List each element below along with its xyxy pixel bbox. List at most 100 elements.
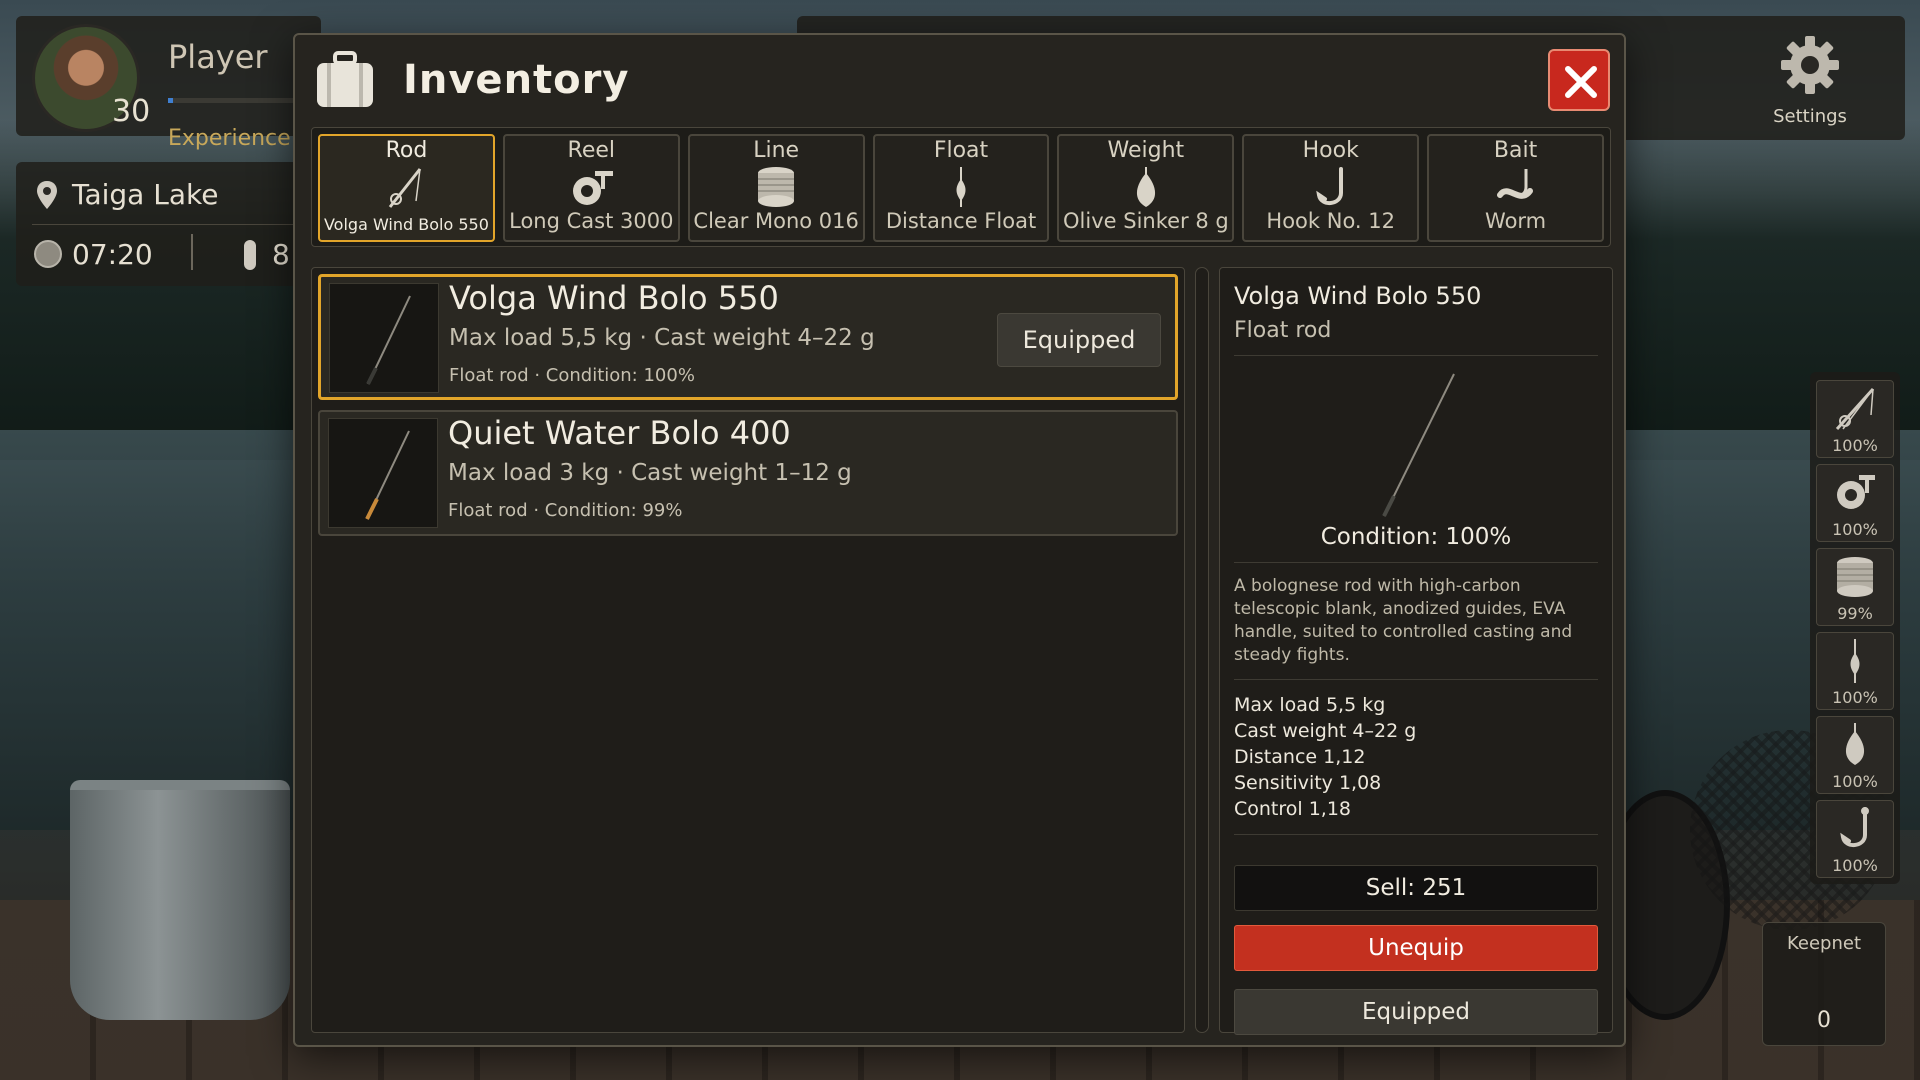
- close-icon: [1565, 66, 1597, 98]
- rod-icon: [366, 295, 411, 385]
- gear-quickbar: 100% 100% 99% 100% 100% 100%: [1810, 372, 1900, 884]
- tab-category-label: Reel: [567, 138, 616, 163]
- float-icon: [956, 167, 966, 207]
- divider: [1234, 355, 1598, 356]
- detail-item-image: [1234, 368, 1598, 518]
- clock-icon: [34, 240, 62, 268]
- item-thumbnail: [329, 283, 439, 393]
- location-panel: Taiga Lake 07:20 8: [16, 162, 321, 286]
- tab-reel[interactable]: Reel Long Cast 3000: [502, 134, 680, 242]
- player-name: Player: [168, 38, 268, 76]
- settings-label: Settings: [1773, 106, 1847, 127]
- list-item[interactable]: Volga Wind Bolo 550 Max load 5,5 kg · Ca…: [318, 274, 1178, 400]
- item-list: Volga Wind Bolo 550 Max load 5,5 kg · Ca…: [311, 267, 1185, 1033]
- location-pin-icon: [37, 181, 57, 209]
- tab-category-label: Line: [753, 138, 800, 163]
- unequip-button[interactable]: Unequip: [1234, 925, 1598, 971]
- tab-category-label: Hook: [1302, 138, 1359, 163]
- temperature: 8: [272, 238, 290, 271]
- detail-item-name: Volga Wind Bolo 550: [1234, 282, 1482, 310]
- detail-item-type: Float rod: [1234, 318, 1332, 343]
- keepnet-count: 0: [1817, 1008, 1831, 1033]
- item-stats: Max load 3 kg · Cast weight 1–12 g: [448, 460, 852, 486]
- reel-icon: [573, 171, 614, 205]
- settings-button[interactable]: Settings: [1745, 32, 1875, 142]
- sinker-icon: [1136, 167, 1155, 207]
- thermometer-icon: [244, 240, 256, 270]
- inventory-modal: Inventory Rod Volga Wind Bolo 550 Reel L…: [293, 33, 1626, 1047]
- tab-item-label: Long Cast 3000: [509, 209, 674, 233]
- keepnet-panel[interactable]: Keepnet 0: [1762, 922, 1886, 1046]
- spec-line: Cast weight 4–22 g: [1234, 720, 1417, 742]
- close-button[interactable]: [1548, 49, 1610, 111]
- reel-icon: [1837, 475, 1875, 509]
- equipped-badge: Equipped: [997, 313, 1161, 367]
- tab-bait[interactable]: Bait Worm: [1427, 134, 1605, 242]
- list-item[interactable]: Quiet Water Bolo 400 Max load 3 kg · Cas…: [318, 410, 1178, 536]
- rod-icon: [1835, 387, 1875, 431]
- detail-condition: Condition: 100%: [1320, 524, 1512, 550]
- tab-item-label: Olive Sinker 8 g: [1063, 209, 1229, 233]
- divider: [1234, 562, 1598, 563]
- line-spool-icon: [758, 167, 795, 207]
- condition-percent: 100%: [1832, 520, 1878, 539]
- tab-weight[interactable]: Weight Olive Sinker 8 g: [1057, 134, 1235, 242]
- tab-category-label: Rod: [385, 138, 428, 163]
- bag-icon: [317, 51, 373, 107]
- spec-line: Sensitivity 1,08: [1234, 772, 1382, 794]
- equipped-button[interactable]: Equipped: [1234, 989, 1598, 1035]
- item-subtitle: Float rod · Condition: 100%: [449, 365, 695, 386]
- rod-icon: [389, 168, 422, 208]
- player-level: 30: [112, 94, 151, 129]
- tab-item-label: Hook No. 12: [1266, 209, 1396, 233]
- hook-icon: [1315, 167, 1343, 205]
- detail-description: A bolognese rod with high-carbon telesco…: [1234, 576, 1573, 665]
- item-detail-panel: Volga Wind Bolo 550 Float rod Condition:…: [1219, 267, 1613, 1035]
- xp-label: Experience:: [168, 126, 299, 151]
- tab-item-label: Clear Mono 016: [693, 209, 859, 233]
- quickbar-slot-reel[interactable]: 100%: [1816, 464, 1894, 542]
- divider: [32, 224, 305, 225]
- quickbar-slot-line[interactable]: 99%: [1816, 548, 1894, 626]
- tab-float[interactable]: Float Distance Float: [872, 134, 1050, 242]
- xp-bar-fill: [168, 98, 173, 103]
- list-scrollbar[interactable]: [1195, 267, 1209, 1033]
- modal-title: Inventory: [403, 57, 630, 103]
- hook-icon: [1840, 807, 1869, 847]
- tab-rod[interactable]: Rod Volga Wind Bolo 550: [318, 134, 495, 242]
- rod-icon: [365, 430, 410, 520]
- keepnet-label: Keepnet: [1786, 933, 1862, 954]
- quickbar-slot-weight[interactable]: 100%: [1816, 716, 1894, 794]
- divider: [1234, 679, 1598, 680]
- spec-line: Max load 5,5 kg: [1234, 694, 1386, 716]
- spec-line: Distance 1,12: [1234, 746, 1366, 768]
- divider: [191, 234, 193, 270]
- game-time: 07:20: [72, 238, 153, 271]
- tab-line[interactable]: Line Clear Mono 016: [687, 134, 865, 242]
- item-thumbnail: [328, 418, 438, 528]
- detail-specs: Max load 5,5 kg Cast weight 4–22 g Dista…: [1234, 692, 1598, 822]
- tab-item-label: Distance Float: [885, 209, 1037, 233]
- quickbar-slot-float[interactable]: 100%: [1816, 632, 1894, 710]
- quickbar-slot-hook[interactable]: 100%: [1816, 800, 1894, 878]
- item-stats: Max load 5,5 kg · Cast weight 4–22 g: [449, 325, 875, 351]
- item-subtitle: Float rod · Condition: 99%: [448, 500, 683, 521]
- rod-icon: [1382, 373, 1455, 517]
- location-name: Taiga Lake: [72, 178, 219, 211]
- condition-percent: 99%: [1837, 604, 1873, 623]
- quickbar-slot-rod[interactable]: 100%: [1816, 380, 1894, 458]
- tab-item-label: Worm: [1485, 209, 1547, 233]
- tab-category-label: Bait: [1493, 138, 1538, 163]
- divider: [1234, 834, 1598, 835]
- item-name: Quiet Water Bolo 400: [448, 414, 791, 452]
- sinker-icon: [1845, 723, 1865, 765]
- tab-hook[interactable]: Hook Hook No. 12: [1242, 134, 1420, 242]
- condition-percent: 100%: [1832, 688, 1878, 707]
- tab-category-label: Float: [933, 138, 989, 163]
- float-icon: [1850, 639, 1860, 683]
- category-tabs: Rod Volga Wind Bolo 550 Reel Long Cast 3…: [311, 127, 1611, 247]
- tab-item-label: Volga Wind Bolo 550: [323, 215, 489, 234]
- sell-button[interactable]: Sell: 251: [1234, 865, 1598, 911]
- spec-line: Control 1,18: [1234, 798, 1352, 820]
- condition-percent: 100%: [1832, 772, 1878, 791]
